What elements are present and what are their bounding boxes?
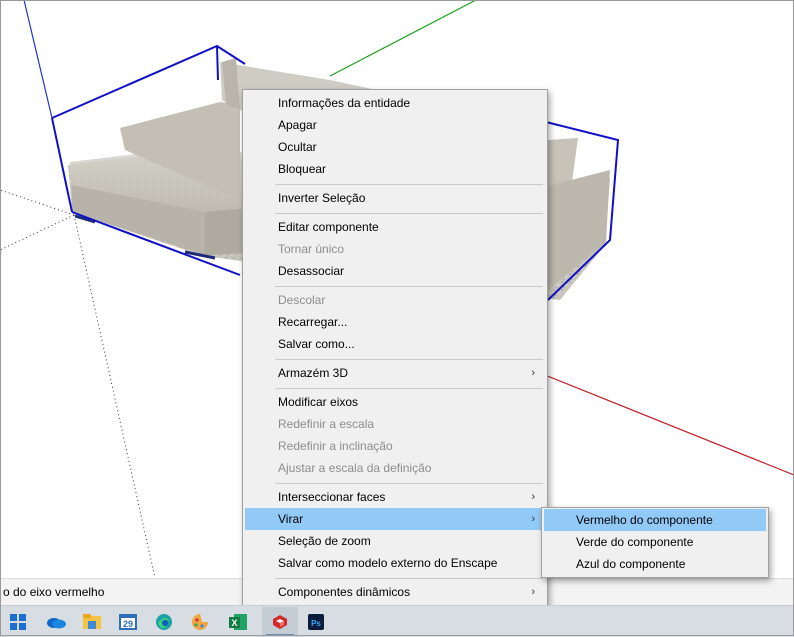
- menu-item-explode[interactable]: Desassociar: [245, 260, 545, 282]
- submenu-item-component-green[interactable]: Verde do componente: [544, 531, 766, 553]
- submenu-arrow-icon: ›: [531, 513, 535, 525]
- menu-separator: [275, 359, 543, 360]
- menu-item-3d-warehouse[interactable]: Armazém 3D ›: [245, 362, 545, 384]
- menu-separator: [275, 213, 543, 214]
- submenu-item-component-blue[interactable]: Azul do componente: [544, 553, 766, 575]
- dotted-guide-1: [0, 189, 75, 216]
- photoshop-letters: Ps: [311, 619, 321, 628]
- menu-item-label: Componentes dinâmicos: [278, 585, 411, 599]
- menu-item-enscape-proxy[interactable]: Salvar como modelo externo do Enscape: [245, 552, 545, 574]
- taskbar: 29 X Ps: [0, 605, 794, 637]
- menu-item-reset-skew: Redefinir a inclinação: [278, 439, 393, 453]
- photoshop-button[interactable]: Ps: [298, 607, 334, 636]
- dotted-guide-3: [73, 214, 156, 579]
- menu-item-edit-component[interactable]: Editar componente: [245, 216, 545, 238]
- edge-icon: [156, 613, 172, 630]
- sketchup-button[interactable]: [262, 607, 298, 636]
- menu-separator: [275, 578, 543, 579]
- menu-item-label: Armazém 3D: [278, 366, 349, 380]
- excel-button[interactable]: X: [220, 607, 256, 636]
- menu-item-scale-definition: Ajustar a escala da definição: [278, 461, 432, 475]
- status-text: o do eixo vermelho: [3, 585, 105, 599]
- menu-item-flip-along[interactable]: Virar ›: [245, 508, 545, 530]
- menu-item-make-unique: Tornar único: [278, 242, 345, 256]
- excel-letter: X: [231, 618, 237, 628]
- sketchup-icon: [273, 614, 287, 629]
- excel-icon: X: [229, 613, 247, 630]
- submenu-arrow-icon: ›: [531, 491, 535, 503]
- submenu-arrow-icon: ›: [531, 586, 535, 598]
- submenu-arrow-icon: ›: [531, 367, 535, 379]
- windows-start-button[interactable]: [0, 607, 36, 636]
- file-explorer-button[interactable]: [74, 607, 110, 636]
- dotted-guide-2: [0, 214, 75, 251]
- edge-button[interactable]: [146, 607, 182, 636]
- menu-item-label: Virar: [278, 512, 304, 526]
- file-explorer-icon: [83, 613, 101, 629]
- menu-item-change-axes[interactable]: Modificar eixos: [245, 391, 545, 413]
- menu-item-unglue: Descolar: [278, 293, 326, 307]
- menu-separator: [275, 286, 543, 287]
- calendar-button[interactable]: 29: [110, 607, 146, 636]
- menu-item-hide[interactable]: Ocultar: [245, 136, 545, 158]
- paint-button[interactable]: [182, 607, 218, 636]
- windows-start-icon: [10, 613, 26, 630]
- flip-submenu: Vermelho do componente Verde do componen…: [541, 507, 769, 578]
- menu-item-intersect-faces[interactable]: Interseccionar faces ›: [245, 486, 545, 508]
- menu-item-zoom-selection[interactable]: Seleção de zoom: [245, 530, 545, 552]
- onedrive-icon: [47, 617, 66, 628]
- menu-item-reload[interactable]: Recarregar...: [245, 311, 545, 333]
- calendar-day-label: 29: [123, 619, 133, 629]
- onedrive-button[interactable]: [38, 607, 74, 636]
- menu-item-reset-scale: Redefinir a escala: [278, 417, 375, 431]
- context-menu: Informações da entidade Apagar Ocultar B…: [242, 89, 548, 607]
- paint-icon: [192, 613, 208, 630]
- menu-item-invert-selection[interactable]: Inverter Seleção: [245, 187, 545, 209]
- menu-separator: [275, 483, 543, 484]
- calendar-icon: 29: [119, 613, 137, 630]
- menu-item-dynamic-components[interactable]: Componentes dinâmicos ›: [245, 581, 545, 603]
- menu-separator: [275, 184, 543, 185]
- menu-item-entity-info[interactable]: Informações da entidade: [245, 92, 545, 114]
- menu-item-save-as[interactable]: Salvar como...: [245, 333, 545, 355]
- photoshop-icon: Ps: [308, 613, 324, 630]
- menu-item-label: Interseccionar faces: [278, 490, 386, 504]
- green-axis: [329, 0, 477, 77]
- menu-item-erase[interactable]: Apagar: [245, 114, 545, 136]
- red-axis: [519, 364, 794, 476]
- menu-item-lock[interactable]: Bloquear: [245, 158, 545, 180]
- submenu-item-component-red[interactable]: Vermelho do componente: [544, 509, 766, 531]
- menu-separator: [275, 388, 543, 389]
- blue-axis: [23, 0, 53, 119]
